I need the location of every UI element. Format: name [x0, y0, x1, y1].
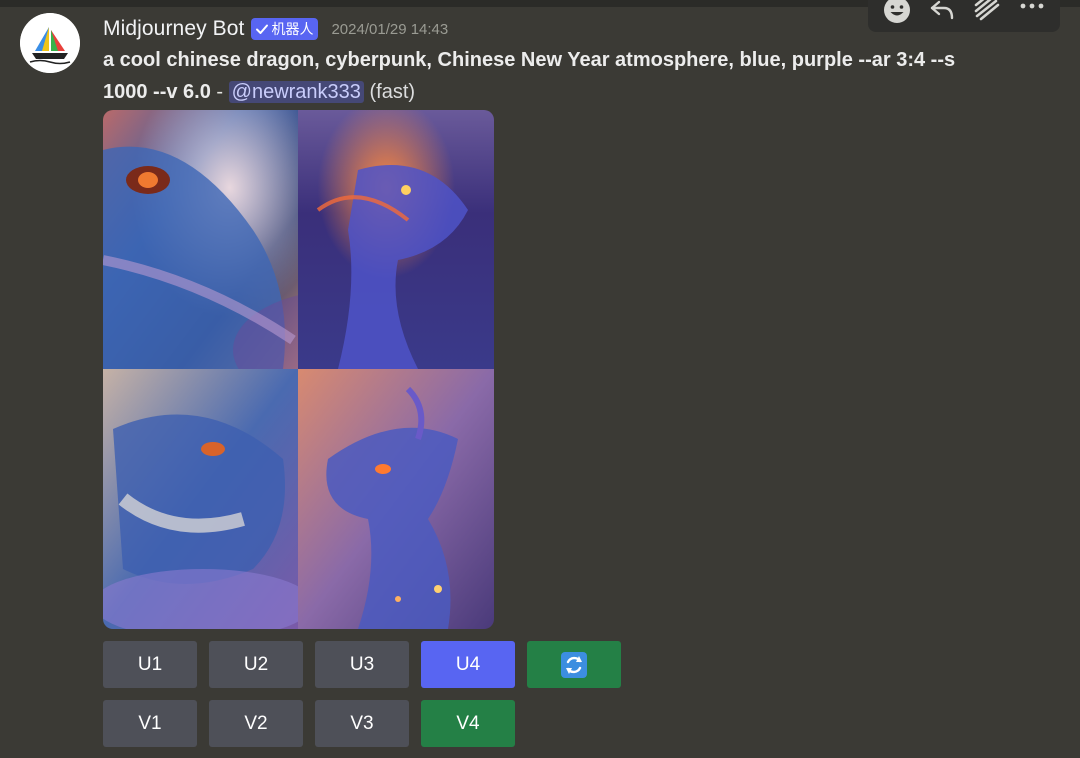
image-tile-1[interactable]	[103, 110, 298, 369]
more-icon	[1020, 3, 1043, 9]
user-mention[interactable]: @newrank333	[228, 81, 364, 103]
image-tile-3[interactable]	[103, 369, 298, 629]
reroll-button[interactable]	[527, 641, 621, 688]
reply-button[interactable]	[922, 0, 962, 30]
image-grid[interactable]	[103, 110, 494, 629]
bot-tag-label: 机器人	[271, 22, 314, 38]
u4-button[interactable]: U4	[421, 641, 515, 688]
u3-button[interactable]: U3	[315, 641, 409, 688]
reply-icon	[930, 0, 953, 20]
bot-tag: 机器人	[251, 18, 319, 40]
v3-button[interactable]: V3	[315, 700, 409, 747]
upscale-button-row: U1 U2 U3 U4	[103, 641, 621, 688]
image-tile-4[interactable]	[298, 369, 494, 629]
u1-button[interactable]: U1	[103, 641, 197, 688]
dragon-image-3	[103, 369, 298, 629]
message-header: Midjourney Bot 机器人 2024/01/29 14:43	[103, 14, 448, 44]
v4-button[interactable]: V4	[421, 700, 515, 747]
sailboat-logo-icon	[20, 13, 80, 73]
author-name[interactable]: Midjourney Bot	[103, 17, 244, 41]
create-thread-button[interactable]	[967, 0, 1007, 30]
dragon-image-1	[103, 110, 298, 369]
emoji-icon	[883, 0, 910, 23]
image-tile-2[interactable]	[298, 110, 494, 369]
add-reaction-button[interactable]	[877, 0, 917, 30]
more-options-button[interactable]	[1012, 0, 1052, 30]
refresh-icon	[561, 651, 587, 678]
v1-button[interactable]: V1	[103, 700, 197, 747]
dragon-image-2	[298, 110, 494, 369]
variation-button-row: V1 V2 V3 V4	[103, 700, 515, 747]
message-timestamp: 2024/01/29 14:43	[331, 20, 449, 38]
u2-button[interactable]: U2	[209, 641, 303, 688]
thread-icon	[974, 0, 999, 21]
message-content: a cool chinese dragon, cyberpunk, Chines…	[103, 44, 1003, 108]
speed-label: (fast)	[369, 81, 416, 103]
dragon-image-4	[298, 369, 494, 629]
chat-message: Midjourney Bot 机器人 2024/01/29 14:43 a co…	[0, 0, 1080, 758]
bot-avatar[interactable]	[20, 13, 80, 73]
v2-button[interactable]: V2	[209, 700, 303, 747]
prompt-separator: -	[210, 81, 229, 103]
verified-check-icon	[256, 24, 269, 34]
message-hover-toolbar	[868, 0, 1060, 32]
